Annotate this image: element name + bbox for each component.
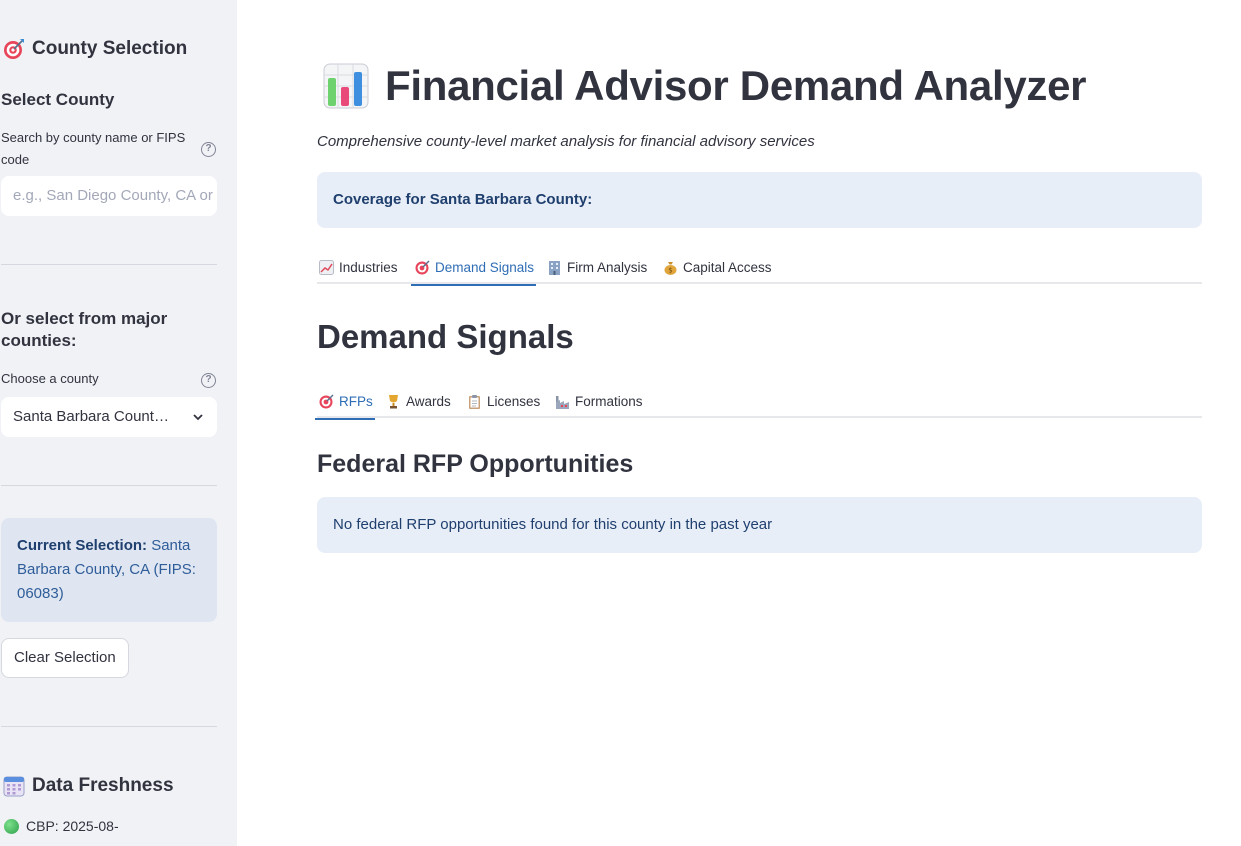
trophy-icon <box>389 394 398 408</box>
info-notice: No federal RFP opportunities found for t… <box>317 497 1202 553</box>
app: County Selection Select County Search by… <box>0 0 1241 846</box>
chevron-down-icon <box>193 414 203 421</box>
section-title: Demand Signals <box>317 318 574 355</box>
page-title: Financial Advisor Demand Analyzer <box>323 62 1087 110</box>
tab-demand-signals[interactable]: Demand Signals <box>410 250 537 286</box>
subtab-rfps[interactable]: RFPs <box>315 384 375 420</box>
page-caption: Comprehensive county-level market analys… <box>317 133 815 150</box>
demand-subtabs: RFPs Awards Licenses Formations <box>315 384 1202 420</box>
main-content: Financial Advisor Demand Analyzer Compre… <box>237 0 1241 846</box>
county-selection-heading: County Selection <box>3 38 187 60</box>
divider <box>1 726 217 727</box>
tab-capital-access[interactable]: $ Capital Access <box>663 250 772 284</box>
target-icon <box>415 260 430 274</box>
current-selection-label: Current Selection: <box>17 537 148 554</box>
subsection-title: Federal RFP Opportunities <box>317 450 634 478</box>
coverage-banner: Coverage for Santa Barbara County: <box>317 172 1202 228</box>
target-icon <box>4 39 24 59</box>
data-freshness-heading: Data Freshness <box>3 775 174 797</box>
green-circle-icon <box>4 818 19 834</box>
tab-firm-analysis[interactable]: Firm Analysis <box>547 250 647 284</box>
subtab-formations[interactable]: Formations <box>555 384 643 418</box>
clear-selection-button[interactable]: Clear Selection <box>1 638 129 678</box>
help-icon[interactable]: ? <box>201 142 216 157</box>
money-bag-icon: $ <box>664 261 677 275</box>
county-select-value: Santa Barbara County, CA <box>13 408 173 425</box>
office-building-icon <box>549 260 560 275</box>
main-tabs: Industries Demand Signals Firm Analysis <box>317 250 1202 286</box>
chart-up-icon <box>319 259 334 275</box>
county-search-input[interactable]: e.g., San Diego County, CA or 06073 <box>1 176 217 216</box>
select-county-label: Select County <box>1 90 115 109</box>
bar-chart-icon <box>323 63 369 109</box>
calendar-icon <box>3 776 25 797</box>
subtab-licenses[interactable]: Licenses <box>467 384 540 418</box>
svg-text:$: $ <box>668 266 672 274</box>
help-icon[interactable]: ? <box>201 373 216 388</box>
divider <box>1 264 217 265</box>
tab-industries[interactable]: Industries <box>319 250 398 284</box>
divider <box>1 485 217 486</box>
current-selection-box: Current Selection: Santa Barbara County,… <box>1 518 217 622</box>
freshness-item: CBP: 2025-08- <box>4 818 119 834</box>
search-label: Search by county name or FIPS code <box>1 130 186 167</box>
major-counties-heading: Or select from major counties: <box>1 309 168 350</box>
target-icon <box>319 394 334 408</box>
clipboard-icon <box>469 394 480 409</box>
subtab-awards[interactable]: Awards <box>386 384 451 418</box>
factory-icon <box>556 395 569 409</box>
choose-county-label: Choose a county <box>1 371 99 386</box>
sidebar: County Selection Select County Search by… <box>0 0 237 846</box>
county-select[interactable]: Santa Barbara County, CA <box>1 397 217 437</box>
